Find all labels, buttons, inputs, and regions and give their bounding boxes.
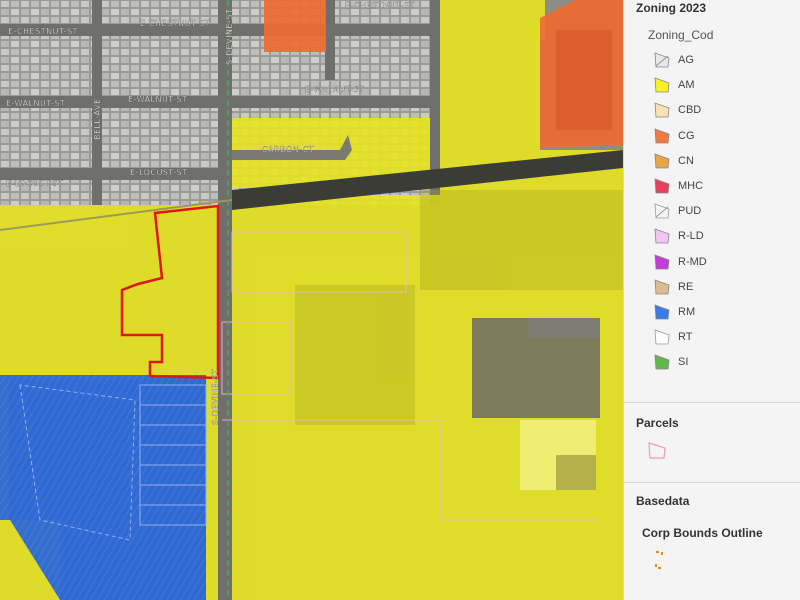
label-walnut-w: E-WALNUT-ST (6, 99, 65, 108)
legend-swatch-r-md (654, 254, 670, 269)
label-s-oak: S-DEVINE-ST (225, 9, 234, 65)
legend-label-re: RE (678, 280, 694, 293)
label-chestnut-far: E-CHESTNUT-ST (345, 1, 415, 10)
legend-swatch-pud (654, 203, 670, 219)
parcels-swatch (646, 440, 668, 462)
zoning-title: Zoning 2023 (636, 1, 707, 15)
legend-swatch-rm (654, 304, 670, 320)
cg-building (556, 30, 612, 130)
legend-item-cg: CG (654, 126, 695, 146)
building-annex (528, 318, 600, 338)
label-bell: BELL-AVE (93, 98, 102, 140)
legend-swatch-r-ld (654, 228, 670, 244)
building-shade (556, 455, 596, 490)
legend-item-rt: RT (654, 327, 692, 347)
legend-item-r-md: R-MD (654, 252, 707, 272)
legend-item-pud: PUD (654, 201, 701, 221)
legend-label-mhc: MHC (678, 180, 704, 192)
legend-label-am: AM (678, 79, 695, 92)
legend-label-cn: CN (678, 154, 694, 167)
legend-label-cbd: CBD (678, 104, 702, 117)
legend-item-ag: AG (654, 50, 694, 70)
legend-item-re: RE (654, 277, 693, 297)
legend-label-rm: RM (678, 306, 696, 318)
divider-parcels (624, 402, 800, 403)
legend-swatch-rt (654, 329, 670, 345)
label-chestnut-e: E-CHESTNUT-ST (140, 19, 210, 28)
legend-item-rm: RM (654, 302, 695, 322)
legend-swatch-cn (654, 153, 670, 169)
label-locust-w: E-LOCUST-ST (6, 179, 63, 188)
legend-item-cn: CN (654, 151, 694, 171)
zoning-subtitle: Zoning_Cod (648, 28, 714, 42)
legend-item-am: AM (654, 75, 695, 95)
divider-basedata (624, 482, 800, 483)
label-chestnut-w: E-CHESTNUT-ST (8, 27, 78, 36)
legend-swatch-ag (654, 52, 670, 68)
label-locust-c: E-LOCUST-ST (130, 168, 187, 177)
legend-label-rt: RT (678, 331, 693, 344)
legend-item-cbd: CBD (654, 100, 701, 120)
label-carbon: CARBON-CT (262, 145, 314, 154)
label-walnut-c: E-WALNUT-ST (128, 95, 187, 104)
zoning-map[interactable]: E-CHESTNUT-ST E-CHESTNUT-ST E-CHESTNUT-S… (0, 0, 623, 600)
corp-bounds-label: Corp Bounds Outline (642, 526, 763, 540)
legend-label-si: SI (678, 356, 689, 369)
corp-bounds-icon (652, 548, 676, 572)
legend-item-r-ld: R-LD (654, 226, 704, 246)
parcels-title: Parcels (636, 416, 679, 430)
map-canvas[interactable]: E-CHESTNUT-ST E-CHESTNUT-ST E-CHESTNUT-S… (0, 0, 623, 600)
legend-panel: Zoning 2023 Zoning_Cod AG AM CBD CG CN MHC PUD… (623, 0, 800, 600)
basedata-title: Basedata (636, 494, 690, 508)
legend-swatch-mhc (654, 178, 670, 194)
legend-label-cg: CG (678, 129, 695, 142)
label-walnut-e: E-WALNUT-ST (305, 85, 364, 94)
legend-swatch-am (654, 77, 670, 93)
legend-label-pud: PUD (678, 205, 702, 218)
legend-swatch-cbd (654, 102, 670, 118)
label-s-main: S-DEVINE-ST (211, 369, 220, 425)
legend-swatch-cg (654, 128, 670, 143)
legend-item-mhc: MHC (654, 176, 703, 196)
legend-swatch-si (654, 354, 670, 370)
legend-label-r-ld: R-LD (678, 230, 704, 243)
legend-label-ag: AG (678, 54, 694, 66)
legend-swatch-re (654, 279, 670, 295)
legend-label-r-md: R-MD (678, 255, 707, 268)
legend-item-si: SI (654, 352, 688, 372)
